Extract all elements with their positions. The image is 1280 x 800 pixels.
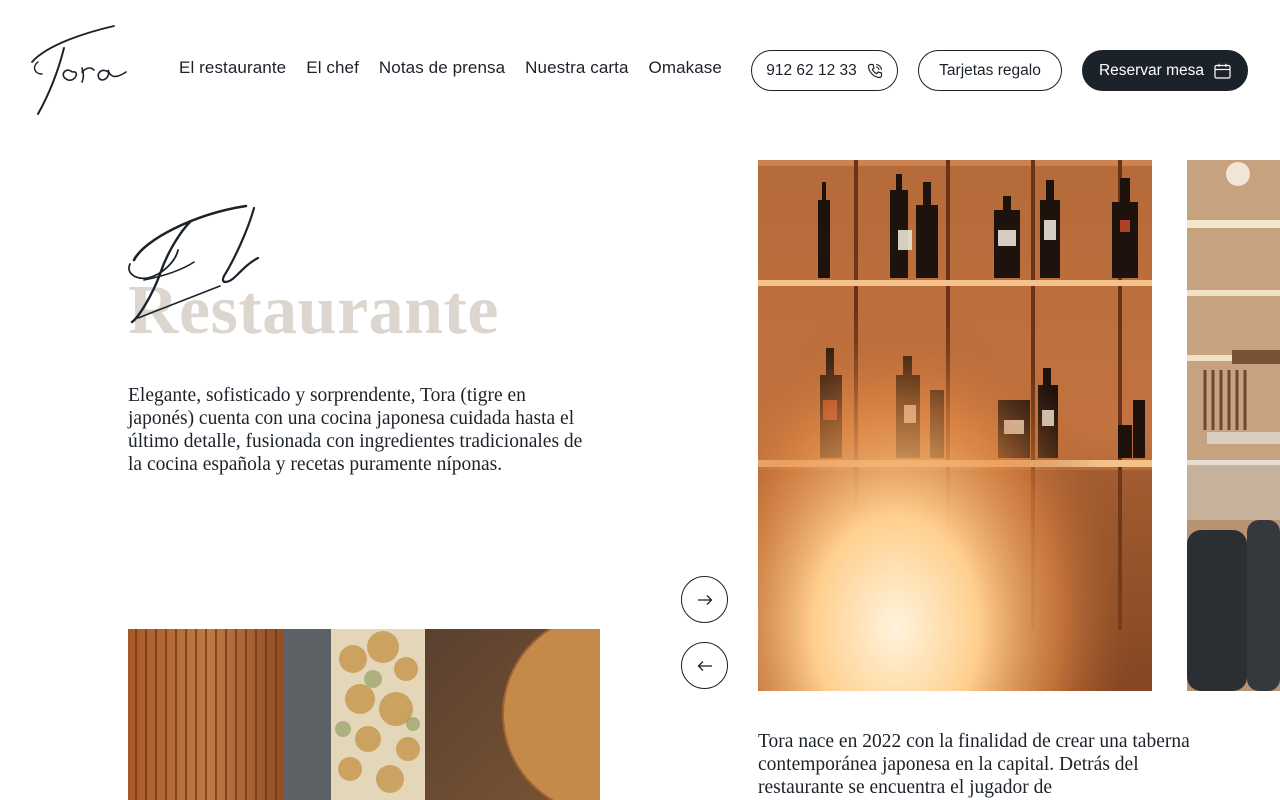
arrow-left-icon xyxy=(697,660,712,671)
nav-item-omakase[interactable]: Omakase xyxy=(649,58,722,78)
gift-cards-button[interactable]: Tarjetas regalo xyxy=(918,50,1062,91)
nav-item-restaurante[interactable]: El restaurante xyxy=(179,58,286,78)
dining-photo-image xyxy=(1187,160,1280,691)
lobby-photo xyxy=(128,629,600,800)
phone-icon xyxy=(867,63,882,78)
calendar-icon xyxy=(1214,63,1231,79)
bar-photo-image xyxy=(758,160,1152,691)
lobby-photo-image xyxy=(128,629,600,800)
phone-button[interactable]: 912 62 12 33 xyxy=(751,50,898,91)
intro-paragraph: Elegante, sofisticado y sorprendente, To… xyxy=(128,385,583,475)
gallery-next-button[interactable] xyxy=(681,576,728,623)
heading-script-el xyxy=(124,200,264,330)
script-el-lettering xyxy=(128,204,260,324)
tora-logo[interactable] xyxy=(28,22,132,118)
story-paragraph: Tora nace en 2022 con la finalidad de cr… xyxy=(758,731,1190,798)
book-table-button[interactable]: Reservar mesa xyxy=(1082,50,1248,91)
book-table-label: Reservar mesa xyxy=(1098,61,1205,79)
gallery-prev-button[interactable] xyxy=(681,642,728,689)
tora-logo-script xyxy=(31,25,127,115)
nav-item-chef[interactable]: El chef xyxy=(306,58,359,78)
arrow-right-icon xyxy=(697,594,712,605)
dining-photo xyxy=(1187,160,1280,691)
gift-cards-label: Tarjetas regalo xyxy=(939,61,1041,79)
nav-item-carta[interactable]: Nuestra carta xyxy=(525,58,628,78)
nav-item-prensa[interactable]: Notas de prensa xyxy=(379,58,505,78)
main-nav: El restaurante El chef Notas de prensa N… xyxy=(179,58,722,78)
bar-photo xyxy=(758,160,1152,691)
phone-button-label: 912 62 12 33 xyxy=(766,61,857,79)
